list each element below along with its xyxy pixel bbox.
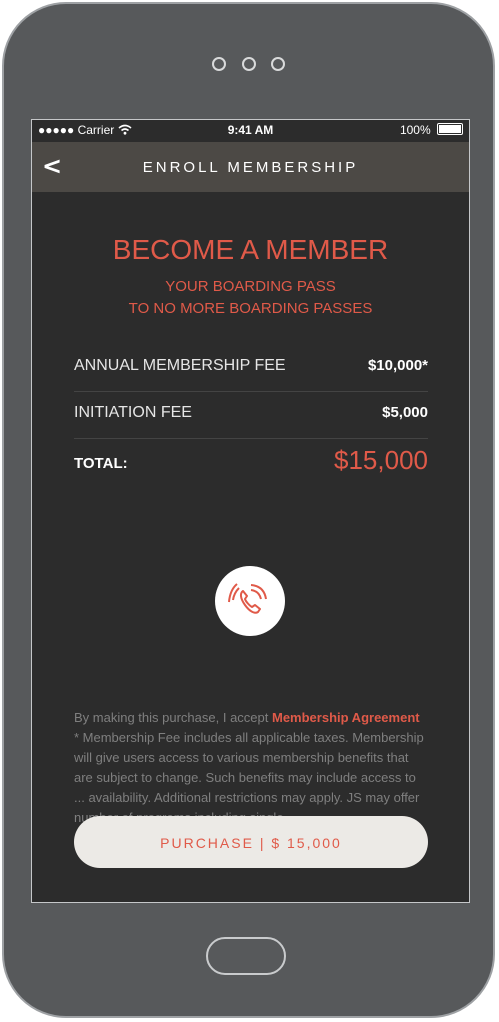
fee-label: INITIATION FEE: [74, 404, 192, 421]
camera-dot: [212, 57, 227, 71]
screen: ●●●●● Carrier 9:41 AM 100% < ENROLL MEMB…: [31, 119, 470, 903]
purchase-button[interactable]: PURCHASE | $ 15,000: [74, 816, 428, 868]
camera-dot: [241, 57, 256, 71]
fee-value: $10,000*: [367, 357, 428, 374]
fee-row-initiation: INITIATION FEE $5,000: [74, 392, 428, 439]
legal-text: By making this purchase, I accept Member…: [74, 708, 430, 828]
legal-prefix: By making this purchase, I accept: [74, 710, 272, 725]
phone-call-icon: [215, 583, 285, 640]
fee-value: $5,000: [382, 404, 428, 421]
battery-icon: [437, 123, 463, 135]
camera-dots: [4, 56, 493, 75]
main-content: BECOME A MEMBER YOUR BOARDING PASS TO NO…: [32, 192, 469, 902]
legal-body: * Membership Fee includes all applicable…: [74, 730, 424, 825]
home-button[interactable]: [206, 937, 286, 975]
hero-headline: BECOME A MEMBER: [112, 234, 389, 265]
membership-agreement-link[interactable]: Membership Agreement: [272, 710, 420, 725]
page-title: ENROLL MEMBERSHIP: [142, 159, 359, 176]
camera-dot: [270, 57, 285, 71]
hero-subline-1: YOUR BOARDING PASS: [165, 278, 336, 295]
call-button[interactable]: [215, 566, 285, 636]
total-row: TOTAL: $15,000: [74, 440, 428, 484]
nav-bar: < ENROLL MEMBERSHIP: [32, 142, 469, 192]
hero-subline-2: TO NO MORE BOARDING PASSES: [128, 300, 373, 317]
status-bar: ●●●●● Carrier 9:41 AM 100%: [32, 120, 469, 142]
battery-percent: 100%: [399, 123, 431, 137]
total-label: TOTAL:: [74, 455, 128, 472]
total-value: $15,000: [334, 445, 428, 475]
fee-label: ANNUAL MEMBERSHIP FEE: [74, 357, 286, 374]
fee-row-annual: ANNUAL MEMBERSHIP FEE $10,000*: [74, 345, 428, 392]
